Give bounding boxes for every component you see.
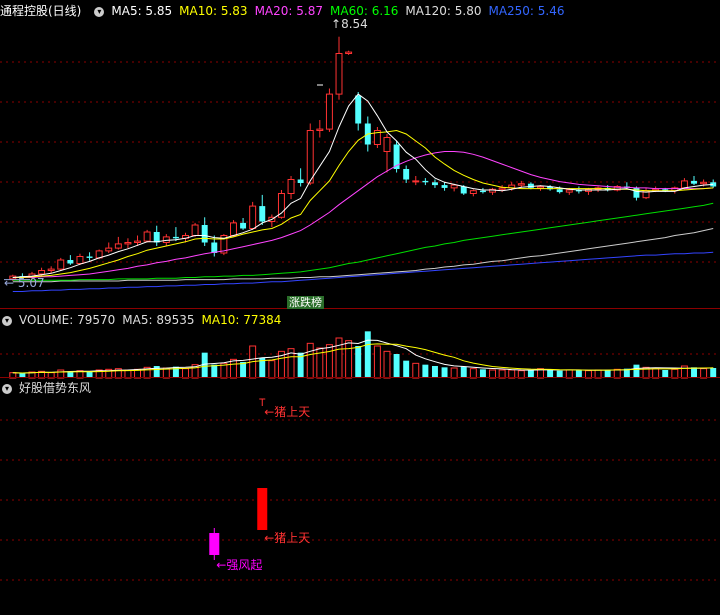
volume-indicator: MA5: 89535 bbox=[122, 313, 195, 327]
candle-body bbox=[172, 236, 179, 239]
volume-panel-header: ▾ VOLUME: 79570 MA5: 89535 MA10: 77384 bbox=[0, 310, 295, 330]
signal-label-top: ←猪上天 bbox=[264, 405, 311, 419]
panel-divider bbox=[0, 377, 720, 378]
volume-indicator: VOLUME: 79570 bbox=[19, 313, 116, 327]
candle-body bbox=[316, 128, 324, 132]
ma-indicator: MA250: 5.46 bbox=[488, 4, 565, 18]
volume-bar bbox=[383, 350, 391, 379]
candle-body bbox=[124, 242, 132, 245]
volume-bar bbox=[412, 362, 420, 379]
volume-ma5-line bbox=[12, 339, 714, 374]
candle-body bbox=[335, 53, 343, 95]
volume-bar bbox=[355, 346, 362, 378]
volume-bar bbox=[393, 354, 400, 378]
candle-body bbox=[57, 259, 65, 270]
panel-divider bbox=[0, 308, 720, 309]
signal-label-red: ←猪上天 bbox=[264, 531, 311, 545]
collapse-icon[interactable]: ▾ bbox=[2, 315, 12, 326]
collapse-icon[interactable]: ▾ bbox=[94, 6, 105, 17]
candle-body bbox=[345, 51, 353, 54]
volume-bar bbox=[201, 352, 208, 378]
candle-body bbox=[460, 186, 467, 194]
volume-bar bbox=[240, 362, 247, 378]
candle-body bbox=[469, 190, 477, 194]
candle-body bbox=[229, 222, 237, 236]
candle-body bbox=[527, 183, 534, 188]
collapse-icon[interactable]: ▾ bbox=[2, 383, 12, 394]
candle-body bbox=[517, 183, 525, 186]
candle-body bbox=[153, 232, 160, 243]
volume-bar bbox=[422, 364, 429, 378]
candle-body bbox=[556, 189, 563, 193]
candle-body bbox=[383, 137, 391, 152]
candle-body bbox=[325, 93, 333, 130]
high-price-label: ↑8.54 bbox=[331, 16, 368, 31]
volume-bar bbox=[229, 358, 237, 379]
volume-bar bbox=[325, 344, 333, 379]
ma-indicator: MA5: 5.85 bbox=[111, 4, 173, 18]
candle-body bbox=[691, 180, 697, 184]
candle-body bbox=[700, 181, 708, 185]
volume-bar bbox=[373, 345, 381, 379]
candle-body bbox=[134, 240, 142, 244]
candle-body bbox=[162, 236, 170, 243]
ma-indicator: MA10: 5.83 bbox=[179, 4, 248, 18]
signal-panel-title[interactable]: 好股借势东风 bbox=[19, 381, 91, 395]
low-price-label: ← 5.07 bbox=[4, 275, 45, 290]
ma10-line bbox=[12, 129, 714, 278]
rank-badge[interactable]: 涨跌榜 bbox=[287, 296, 325, 309]
candle-body bbox=[441, 185, 448, 188]
candle-body bbox=[240, 222, 247, 229]
candle-body bbox=[355, 95, 362, 124]
candle-body bbox=[38, 270, 46, 275]
ma-indicator: MA20: 5.87 bbox=[254, 4, 323, 18]
candle-body bbox=[297, 179, 304, 183]
candle-body bbox=[249, 205, 257, 230]
candle-body bbox=[114, 243, 122, 249]
candle-body bbox=[67, 260, 74, 264]
candle-body bbox=[277, 193, 285, 218]
stock-title[interactable]: 通程控股(日线) bbox=[0, 4, 81, 18]
signal-bar bbox=[257, 488, 268, 530]
candle-body bbox=[680, 180, 688, 189]
ma120-line bbox=[12, 228, 714, 283]
volume-bar bbox=[364, 331, 371, 378]
volume-indicator: MA10: 77384 bbox=[201, 313, 282, 327]
candle-body bbox=[76, 256, 84, 264]
candle-body bbox=[259, 206, 266, 222]
volume-bar bbox=[335, 337, 343, 379]
candle-body bbox=[537, 186, 544, 189]
ma20-line bbox=[12, 151, 714, 278]
volume-indicator-list: VOLUME: 79570 MA5: 89535 MA10: 77384 bbox=[19, 313, 288, 327]
high-price-marker: ↑ bbox=[331, 16, 342, 31]
candle-body bbox=[431, 182, 438, 186]
candle-body bbox=[403, 169, 410, 180]
volume-bar bbox=[268, 360, 276, 379]
candle-body bbox=[211, 242, 218, 253]
main-panel-header: 通程控股(日线) ▾ MA5: 5.85 MA10: 5.83 MA20: 5.87 MA… bbox=[0, 1, 579, 21]
candle-body bbox=[191, 224, 199, 236]
candle-body bbox=[306, 130, 314, 184]
candle-body bbox=[412, 180, 420, 183]
signal-label-magenta: ←强风起 bbox=[216, 558, 263, 572]
candle-body bbox=[287, 179, 295, 194]
candle-body bbox=[47, 268, 55, 272]
candle-body bbox=[450, 184, 458, 189]
volume-bar bbox=[403, 360, 410, 378]
signal-panel-header: ▾ 好股借势东风 bbox=[0, 378, 98, 398]
candle-body bbox=[201, 225, 208, 243]
ma-indicator: MA120: 5.80 bbox=[405, 4, 482, 18]
volume-bar bbox=[345, 340, 353, 379]
candle-body bbox=[479, 190, 486, 193]
volume-bar bbox=[306, 342, 314, 379]
volume-bar bbox=[633, 364, 640, 378]
candle-body bbox=[422, 180, 429, 183]
candle-body bbox=[565, 189, 573, 193]
candle-body bbox=[105, 247, 113, 252]
candle-body bbox=[498, 187, 506, 190]
ma250-line bbox=[12, 251, 714, 292]
candle-body bbox=[86, 256, 93, 258]
volume-bar bbox=[211, 364, 218, 378]
candle-body bbox=[143, 231, 151, 242]
